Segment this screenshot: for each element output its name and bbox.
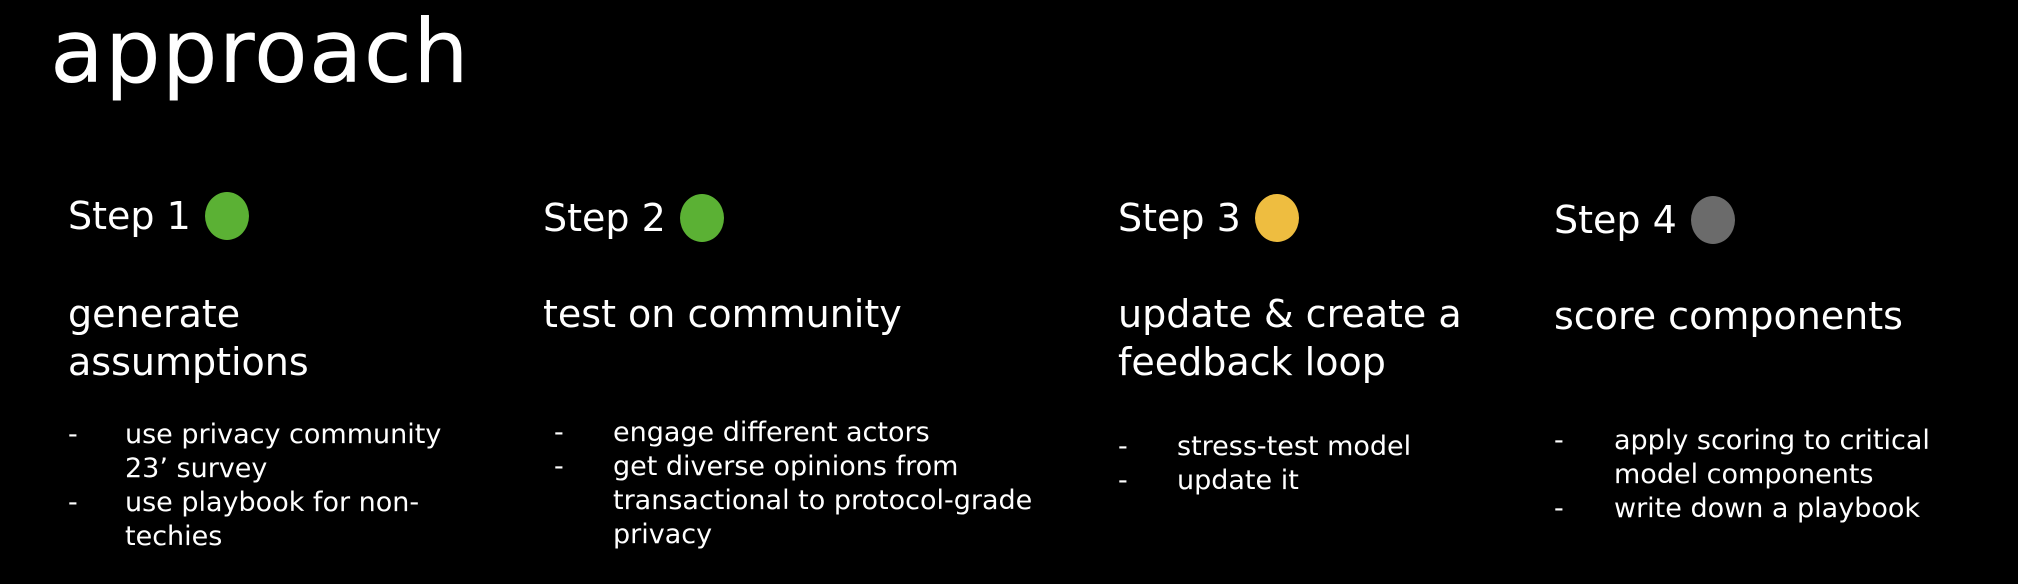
bullet-line: apply scoring to critical: [1614, 425, 1930, 456]
bullet-line: 23’ survey: [125, 453, 268, 484]
step-1-column: Step 1 generate assumptions - use privac…: [68, 192, 508, 582]
bullet-line: use privacy community: [125, 419, 442, 450]
step-1-label: Step 1: [68, 194, 191, 238]
slide: approach Step 1 generate assumptions - u…: [0, 0, 2018, 584]
bullet-line: model components: [1614, 459, 1874, 490]
step-3-heading-line: update & create a: [1118, 292, 1462, 336]
step-1-status-dot-icon: [204, 192, 249, 240]
step-3-status-dot-icon: [1254, 194, 1299, 242]
bullet-dash-icon: -: [1118, 465, 1128, 496]
step-1-bullet: - use playbook for non- techies: [68, 486, 508, 554]
step-1-heading-line: assumptions: [68, 340, 309, 384]
step-4-label: Step 4: [1554, 198, 1677, 242]
step-4-bullet: - write down a playbook: [1554, 492, 2004, 526]
bullet-line: engage different actors: [613, 417, 930, 448]
bullet-line: techies: [125, 521, 223, 552]
step-2-heading-line: test on community: [543, 292, 902, 336]
step-4-bullet-list: - apply scoring to critical model compon…: [1554, 424, 2004, 526]
bullet-dash-icon: -: [1554, 425, 1564, 456]
bullet-dash-icon: -: [1118, 431, 1128, 462]
bullet-line: use playbook for non-: [125, 487, 420, 518]
step-2-bullet: - engage different actors: [554, 416, 1074, 450]
step-3-bullet-list: - stress-test model - update it: [1118, 430, 1538, 498]
bullet-dash-icon: -: [68, 487, 78, 518]
step-1-heading-line: generate: [68, 292, 241, 336]
step-1-heading: generate assumptions: [68, 290, 309, 386]
step-2-label: Step 2: [543, 196, 666, 240]
step-2-bullet: - get diverse opinions from transactiona…: [554, 450, 1074, 552]
step-4-header: Step 4: [1554, 196, 2004, 244]
step-4-heading: score components: [1554, 292, 1903, 340]
step-2-status-dot-icon: [679, 194, 724, 242]
step-3-label: Step 3: [1118, 196, 1241, 240]
bullet-dash-icon: -: [1554, 493, 1564, 524]
step-3-bullet: - update it: [1118, 464, 1538, 498]
step-1-header: Step 1: [68, 192, 508, 240]
step-4-column: Step 4 score components - apply scoring …: [1554, 196, 2004, 582]
step-2-header: Step 2: [543, 194, 1063, 242]
bullet-line: write down a playbook: [1614, 493, 1921, 524]
bullet-line: stress-test model: [1177, 431, 1412, 462]
step-1-bullet: - use privacy community 23’ survey: [68, 418, 508, 486]
bullet-line: update it: [1177, 465, 1299, 496]
step-4-status-dot-icon: [1690, 196, 1735, 244]
step-4-bullet: - apply scoring to critical model compon…: [1554, 424, 2004, 492]
step-2-heading: test on community: [543, 290, 902, 338]
bullet-line: get diverse opinions from: [613, 451, 959, 482]
step-4-heading-line: score components: [1554, 294, 1903, 338]
bullet-line: privacy: [613, 519, 713, 550]
step-2-column: Step 2 test on community - engage differ…: [543, 194, 1063, 582]
page-title: approach: [50, 0, 470, 103]
bullet-line: transactional to protocol-grade: [613, 485, 1033, 516]
step-3-heading: update & create a feedback loop: [1118, 290, 1462, 386]
bullet-dash-icon: -: [68, 419, 78, 450]
step-2-bullet-list: - engage different actors - get diverse …: [554, 416, 1074, 552]
bullet-dash-icon: -: [554, 417, 564, 448]
step-3-column: Step 3 update & create a feedback loop -…: [1118, 194, 1538, 582]
step-3-heading-line: feedback loop: [1118, 340, 1386, 384]
bullet-dash-icon: -: [554, 451, 564, 482]
step-1-bullet-list: - use privacy community 23’ survey - use…: [68, 418, 508, 554]
step-3-bullet: - stress-test model: [1118, 430, 1538, 464]
step-3-header: Step 3: [1118, 194, 1538, 242]
